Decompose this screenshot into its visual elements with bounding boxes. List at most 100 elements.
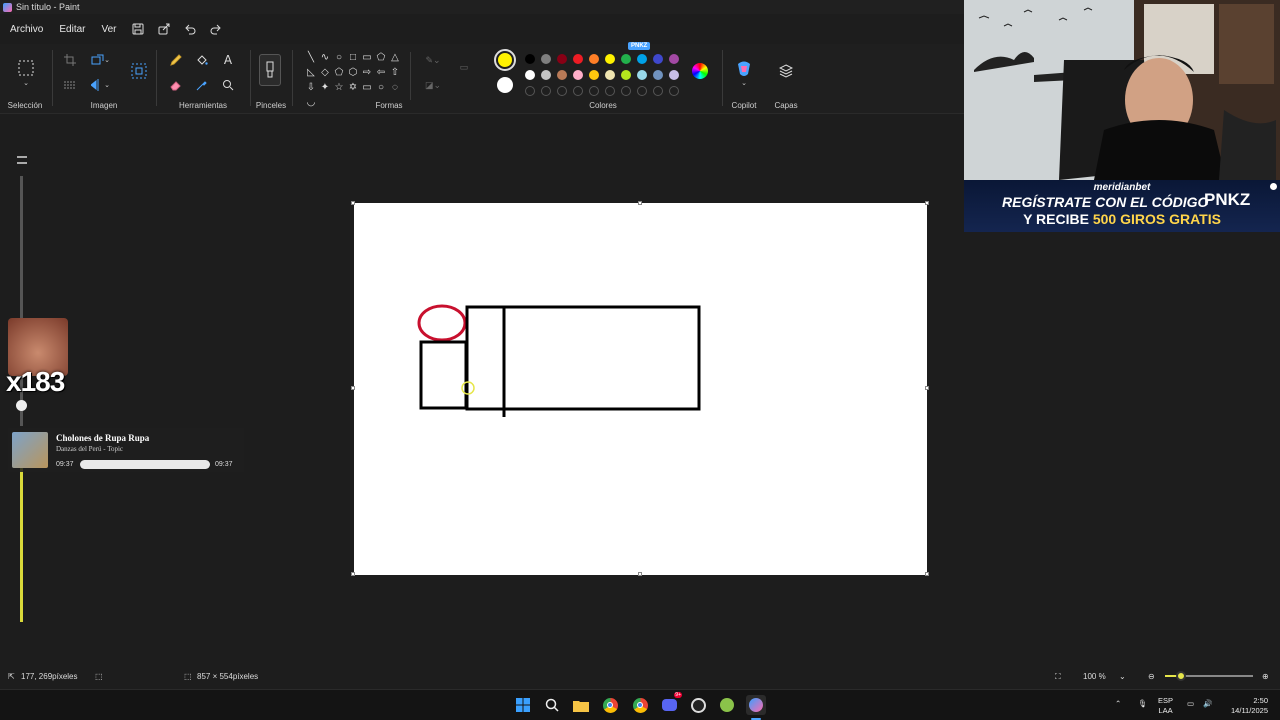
shape-item[interactable]: ○: [374, 80, 388, 95]
canvas-handle-top-right[interactable]: [925, 201, 929, 205]
shape-item[interactable]: ⇩: [304, 80, 318, 95]
magnifier-icon[interactable]: [218, 76, 238, 94]
shape-item[interactable]: ✡: [346, 80, 360, 95]
menu-view[interactable]: Ver: [95, 20, 122, 39]
zoom-out-icon[interactable]: ⊖: [1148, 672, 1155, 681]
color-swatch[interactable]: [669, 54, 679, 64]
fill-icon[interactable]: [192, 51, 212, 69]
shape-item[interactable]: ╲: [304, 50, 318, 65]
crop-icon[interactable]: [60, 51, 80, 69]
fit-to-window-icon[interactable]: ⛶: [1055, 672, 1061, 682]
color-swatch[interactable]: [621, 70, 631, 80]
color-swatch[interactable]: [669, 70, 679, 80]
image-select-icon[interactable]: [128, 60, 150, 82]
zoom-slider-thumb[interactable]: [1176, 671, 1186, 681]
xbox-icon[interactable]: [717, 695, 737, 715]
shape-item[interactable]: ⇦: [374, 65, 388, 80]
file-explorer-icon[interactable]: [571, 695, 591, 715]
shape-item[interactable]: ☆: [332, 80, 346, 95]
shape-item[interactable]: ⬠: [374, 50, 388, 65]
menu-file[interactable]: Archivo: [4, 20, 49, 39]
chrome-profile-icon[interactable]: [630, 695, 650, 715]
layers-icon[interactable]: [775, 62, 797, 80]
paint-taskbar-icon[interactable]: [746, 695, 766, 715]
color-swatch[interactable]: [605, 70, 615, 80]
custom-color-slot[interactable]: [605, 86, 615, 96]
canvas-handle-top[interactable]: [638, 201, 642, 205]
zoom-slider[interactable]: [1165, 671, 1253, 681]
color-swatch[interactable]: [557, 54, 567, 64]
shape-item[interactable]: ⬠: [332, 65, 346, 80]
shape-item[interactable]: ▭: [360, 50, 374, 65]
custom-color-slot[interactable]: [541, 86, 551, 96]
zoom-level[interactable]: 100 %: [1083, 672, 1106, 681]
microphone-icon[interactable]: 🎙: [1138, 699, 1148, 709]
shape-item[interactable]: ◡: [304, 95, 318, 110]
drawing-canvas[interactable]: [354, 203, 927, 575]
shape-item[interactable]: ◺: [304, 65, 318, 80]
selection-chevron-icon[interactable]: ⌄: [15, 78, 37, 88]
pencil-icon[interactable]: [166, 51, 186, 69]
color-swatch[interactable]: [621, 54, 631, 64]
color-picker-icon[interactable]: [192, 76, 212, 94]
shapes-more-icon[interactable]: ▭: [454, 58, 474, 76]
brush-icon[interactable]: [259, 54, 281, 86]
shape-fill-icon[interactable]: ◪⌄: [422, 76, 444, 94]
copilot-chevron-icon[interactable]: ⌄: [733, 78, 755, 88]
color-swatch[interactable]: [541, 70, 551, 80]
language-indicator[interactable]: ESP LAA: [1158, 696, 1173, 716]
shape-item[interactable]: ○: [332, 50, 346, 65]
selection-icon[interactable]: [15, 57, 37, 79]
save-icon[interactable]: [127, 18, 149, 40]
custom-color-slot[interactable]: [637, 86, 647, 96]
custom-color-slot[interactable]: [525, 86, 535, 96]
color-swatch[interactable]: [605, 54, 615, 64]
discord-icon[interactable]: 9+: [659, 692, 682, 715]
custom-color-slot[interactable]: [589, 86, 599, 96]
redo-icon[interactable]: [205, 18, 227, 40]
custom-color-slot[interactable]: [621, 86, 631, 96]
network-icon[interactable]: ▭: [1187, 699, 1194, 709]
color-swatch[interactable]: [525, 70, 535, 80]
windows-start-icon[interactable]: [513, 695, 533, 715]
tray-overflow-icon[interactable]: ⌃: [1115, 699, 1121, 709]
shape-item[interactable]: ⇨: [360, 65, 374, 80]
edit-colors-icon[interactable]: [692, 63, 708, 79]
chrome-icon[interactable]: [600, 695, 620, 715]
clock[interactable]: 2:50 14/11/2025: [1224, 696, 1268, 716]
color-swatch[interactable]: [589, 70, 599, 80]
canvas-handle-top-left[interactable]: [351, 201, 355, 205]
shape-item[interactable]: ▭: [360, 80, 374, 95]
color-swatch[interactable]: [589, 54, 599, 64]
color-swatch[interactable]: [573, 70, 583, 80]
primary-color-swatch[interactable]: [494, 49, 516, 71]
menu-edit[interactable]: Editar: [53, 20, 91, 39]
flip-chevron-icon[interactable]: ⌄: [102, 76, 112, 94]
eraser-icon[interactable]: [166, 76, 186, 94]
obs-icon[interactable]: [688, 695, 708, 715]
share-icon[interactable]: [153, 18, 175, 40]
custom-color-slot[interactable]: [573, 86, 583, 96]
canvas-handle-bottom-right[interactable]: [925, 572, 929, 576]
custom-color-slot[interactable]: [669, 86, 679, 96]
shape-item[interactable]: ⇧: [388, 65, 402, 80]
shape-item[interactable]: ⬡: [346, 65, 360, 80]
search-icon[interactable]: [542, 695, 562, 715]
color-swatch[interactable]: [653, 54, 663, 64]
shape-item[interactable]: ∿: [318, 50, 332, 65]
text-icon[interactable]: A: [218, 51, 238, 69]
canvas-handle-bottom-left[interactable]: [351, 572, 355, 576]
outline-icon[interactable]: ✎⌄: [422, 51, 444, 69]
resize-chevron-icon[interactable]: ⌄: [102, 51, 112, 69]
custom-color-slot[interactable]: [653, 86, 663, 96]
color-swatch[interactable]: [637, 54, 647, 64]
shape-item[interactable]: □: [346, 50, 360, 65]
secondary-color-swatch[interactable]: [497, 77, 513, 93]
color-swatch[interactable]: [525, 54, 535, 64]
shape-item[interactable]: ◌: [388, 80, 402, 95]
shape-item[interactable]: ◇: [318, 65, 332, 80]
color-swatch[interactable]: [541, 54, 551, 64]
copilot-icon[interactable]: [733, 58, 755, 80]
remove-background-icon[interactable]: [60, 76, 80, 94]
shape-item[interactable]: ✦: [318, 80, 332, 95]
